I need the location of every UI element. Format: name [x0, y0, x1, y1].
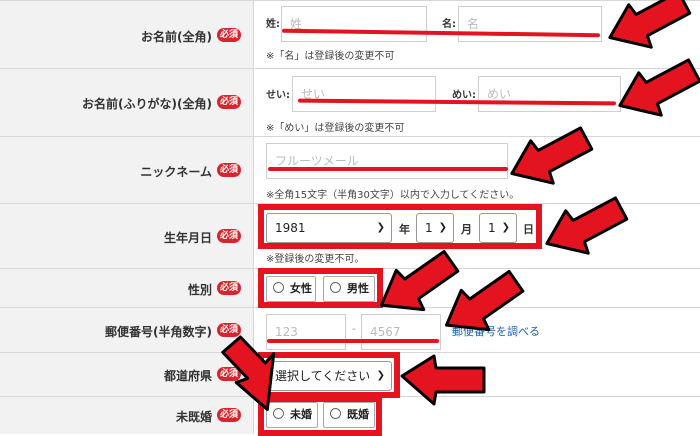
annotation-arrows — [221, 0, 700, 411]
arrow-icon — [400, 354, 486, 406]
arrow-icon — [618, 58, 700, 117]
arrow-icon — [221, 335, 276, 411]
arrow-icon — [510, 126, 594, 185]
arrow-icon — [545, 196, 629, 255]
arrow-icon — [608, 0, 692, 49]
